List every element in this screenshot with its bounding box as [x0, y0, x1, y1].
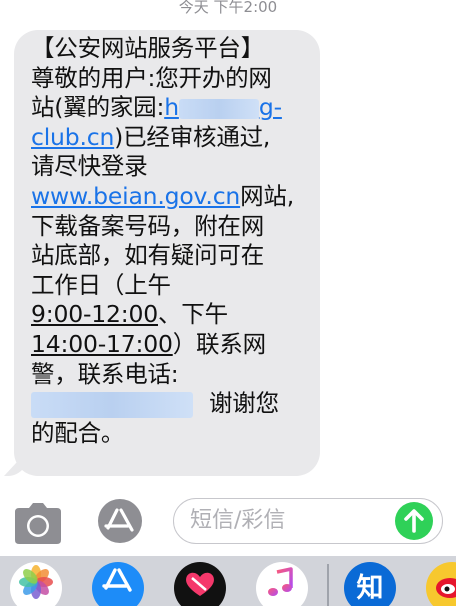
message-line: club.cn)已经审核通过,: [31, 123, 308, 153]
message-line: 工作日（上午: [31, 270, 171, 299]
camera-button[interactable]: [12, 502, 64, 546]
site-link-end[interactable]: g-: [259, 93, 282, 121]
appstore-icon: [102, 568, 132, 592]
zhihu-icon: 知: [356, 573, 384, 604]
site-link[interactable]: h g-: [164, 93, 282, 121]
appstore-icon: [98, 499, 142, 543]
heart-app-icon: [186, 572, 214, 596]
message-text: 谢谢您: [209, 389, 279, 418]
message-line: 下载备案号码，附在网: [31, 211, 264, 240]
music-app[interactable]: [256, 562, 308, 606]
weibo-icon: [436, 578, 456, 598]
heart-app[interactable]: [174, 562, 226, 606]
message-line: 14:00-17:00）联系网: [31, 330, 308, 360]
message-text: ）联系网: [172, 329, 266, 358]
message-text: 、下午: [157, 300, 228, 329]
message-line: 谢谢您: [31, 389, 308, 419]
message-line: www.beian.gov.cn网站,: [31, 182, 308, 212]
beian-link[interactable]: www.beian.gov.cn: [31, 182, 240, 210]
send-arrow-icon: [404, 509, 424, 533]
tray-separator: [327, 564, 329, 606]
redacted-phone: [31, 391, 193, 418]
message-text: 网站,: [240, 181, 294, 210]
time-link[interactable]: 9:00-12:00: [31, 300, 158, 328]
time-link[interactable]: 14:00-17:00: [31, 330, 173, 358]
message-text: 站(翼的家园:: [31, 93, 165, 122]
photos-icon: [19, 565, 53, 599]
message-text: )已经审核通过,: [114, 122, 271, 151]
message-line: 尊敬的用户:您开办的网: [31, 63, 272, 92]
message-composer: 短信/彩信: [0, 494, 456, 554]
timestamp: 今天 下午2:00: [178, 0, 278, 16]
message-line: 警，联系电话:: [31, 359, 179, 388]
redacted-blur: [178, 98, 259, 119]
appstore-app[interactable]: [92, 562, 144, 606]
app-drawer: 知: [0, 556, 456, 606]
send-button[interactable]: [395, 502, 433, 540]
site-link-domain[interactable]: club.cn: [31, 123, 114, 151]
appstore-button[interactable]: [95, 498, 145, 544]
music-icon: [268, 567, 293, 596]
message-line: 9:00-12:00、下午: [31, 300, 308, 330]
zhihu-app[interactable]: 知: [344, 562, 396, 606]
message-line: 的配合。: [31, 418, 125, 447]
message-line: 站(翼的家园:h g-: [31, 93, 308, 123]
weibo-app[interactable]: [426, 562, 456, 606]
message-line: 【公安网站服务平台】: [31, 34, 264, 62]
camera-icon: [15, 503, 61, 544]
message-line: 请尽快登录: [31, 152, 148, 181]
photos-app[interactable]: [10, 562, 62, 606]
message-bubble: 【公安网站服务平台】 尊敬的用户:您开办的网 站(翼的家园:h g- club.c…: [14, 30, 320, 476]
message-line: 站底部，如有疑问可在: [31, 241, 264, 270]
site-link-start[interactable]: h: [164, 93, 179, 121]
